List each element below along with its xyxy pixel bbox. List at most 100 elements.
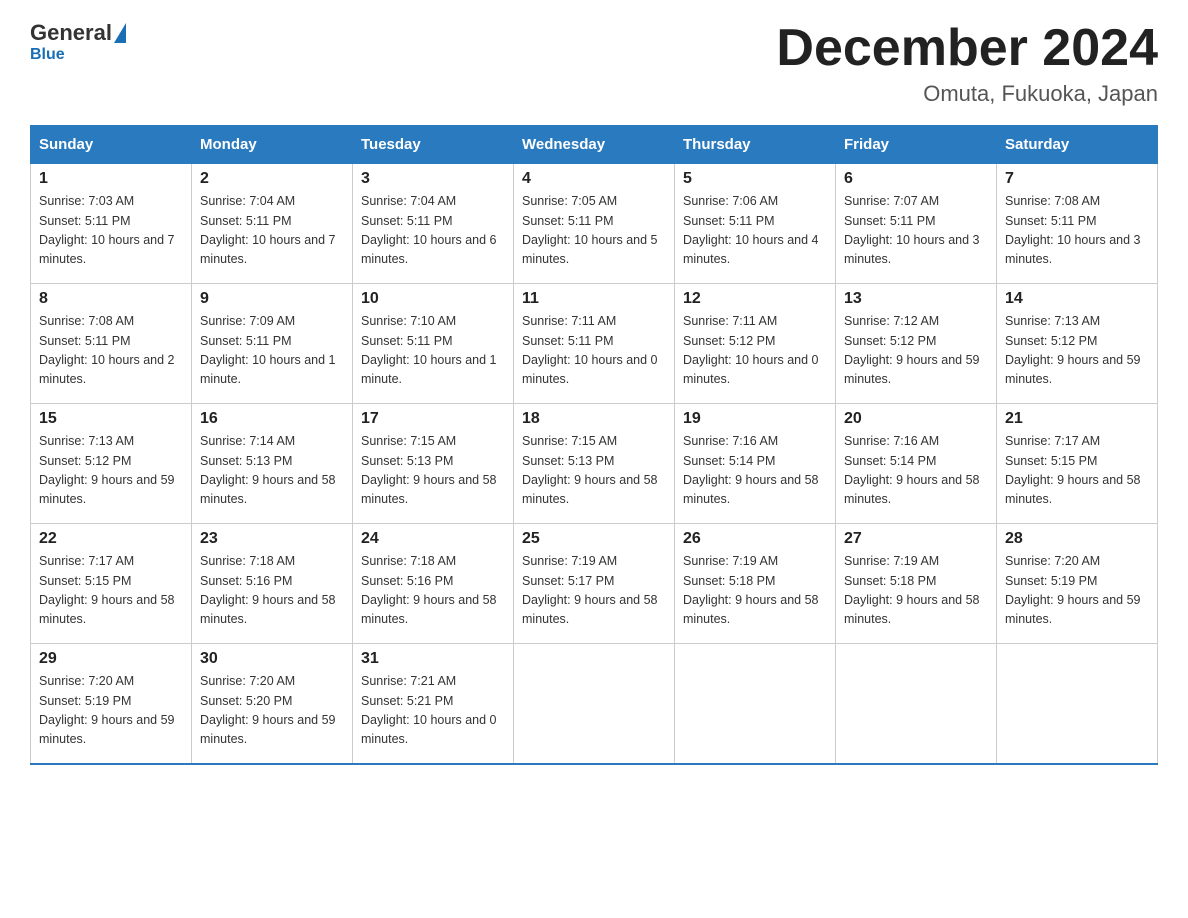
calendar-cell: 20 Sunrise: 7:16 AMSunset: 5:14 PMDaylig… bbox=[836, 404, 997, 524]
day-info: Sunrise: 7:19 AMSunset: 5:18 PMDaylight:… bbox=[844, 552, 988, 630]
day-number: 1 bbox=[39, 170, 183, 188]
day-number: 10 bbox=[361, 290, 505, 308]
week-row-4: 22 Sunrise: 7:17 AMSunset: 5:15 PMDaylig… bbox=[31, 524, 1158, 644]
logo-general-text: General bbox=[30, 20, 112, 46]
calendar-cell: 2 Sunrise: 7:04 AMSunset: 5:11 PMDayligh… bbox=[192, 164, 353, 284]
calendar-cell: 14 Sunrise: 7:13 AMSunset: 5:12 PMDaylig… bbox=[997, 284, 1158, 404]
day-info: Sunrise: 7:19 AMSunset: 5:17 PMDaylight:… bbox=[522, 552, 666, 630]
day-info: Sunrise: 7:15 AMSunset: 5:13 PMDaylight:… bbox=[522, 432, 666, 510]
calendar-cell: 30 Sunrise: 7:20 AMSunset: 5:20 PMDaylig… bbox=[192, 644, 353, 764]
day-number: 17 bbox=[361, 410, 505, 428]
calendar-cell: 31 Sunrise: 7:21 AMSunset: 5:21 PMDaylig… bbox=[353, 644, 514, 764]
day-info: Sunrise: 7:11 AMSunset: 5:12 PMDaylight:… bbox=[683, 312, 827, 390]
calendar-cell bbox=[514, 644, 675, 764]
calendar-cell: 8 Sunrise: 7:08 AMSunset: 5:11 PMDayligh… bbox=[31, 284, 192, 404]
day-info: Sunrise: 7:05 AMSunset: 5:11 PMDaylight:… bbox=[522, 192, 666, 270]
calendar-cell: 11 Sunrise: 7:11 AMSunset: 5:11 PMDaylig… bbox=[514, 284, 675, 404]
day-number: 8 bbox=[39, 290, 183, 308]
logo-blue-text: Blue bbox=[30, 46, 65, 64]
calendar-cell: 16 Sunrise: 7:14 AMSunset: 5:13 PMDaylig… bbox=[192, 404, 353, 524]
calendar-cell: 19 Sunrise: 7:16 AMSunset: 5:14 PMDaylig… bbox=[675, 404, 836, 524]
day-info: Sunrise: 7:19 AMSunset: 5:18 PMDaylight:… bbox=[683, 552, 827, 630]
calendar-cell: 21 Sunrise: 7:17 AMSunset: 5:15 PMDaylig… bbox=[997, 404, 1158, 524]
day-info: Sunrise: 7:08 AMSunset: 5:11 PMDaylight:… bbox=[39, 312, 183, 390]
header-tuesday: Tuesday bbox=[353, 126, 514, 164]
title-area: December 2024 Omuta, Fukuoka, Japan bbox=[776, 20, 1158, 107]
day-info: Sunrise: 7:20 AMSunset: 5:19 PMDaylight:… bbox=[1005, 552, 1149, 630]
day-info: Sunrise: 7:11 AMSunset: 5:11 PMDaylight:… bbox=[522, 312, 666, 390]
day-number: 30 bbox=[200, 650, 344, 668]
day-info: Sunrise: 7:13 AMSunset: 5:12 PMDaylight:… bbox=[39, 432, 183, 510]
day-info: Sunrise: 7:07 AMSunset: 5:11 PMDaylight:… bbox=[844, 192, 988, 270]
day-info: Sunrise: 7:12 AMSunset: 5:12 PMDaylight:… bbox=[844, 312, 988, 390]
calendar-cell: 29 Sunrise: 7:20 AMSunset: 5:19 PMDaylig… bbox=[31, 644, 192, 764]
day-info: Sunrise: 7:20 AMSunset: 5:20 PMDaylight:… bbox=[200, 672, 344, 750]
day-info: Sunrise: 7:20 AMSunset: 5:19 PMDaylight:… bbox=[39, 672, 183, 750]
day-info: Sunrise: 7:14 AMSunset: 5:13 PMDaylight:… bbox=[200, 432, 344, 510]
calendar-cell bbox=[836, 644, 997, 764]
header-wednesday: Wednesday bbox=[514, 126, 675, 164]
header-sunday: Sunday bbox=[31, 126, 192, 164]
day-number: 25 bbox=[522, 530, 666, 548]
day-number: 2 bbox=[200, 170, 344, 188]
day-number: 23 bbox=[200, 530, 344, 548]
calendar-cell: 26 Sunrise: 7:19 AMSunset: 5:18 PMDaylig… bbox=[675, 524, 836, 644]
calendar-cell: 17 Sunrise: 7:15 AMSunset: 5:13 PMDaylig… bbox=[353, 404, 514, 524]
day-info: Sunrise: 7:09 AMSunset: 5:11 PMDaylight:… bbox=[200, 312, 344, 390]
week-row-2: 8 Sunrise: 7:08 AMSunset: 5:11 PMDayligh… bbox=[31, 284, 1158, 404]
day-number: 21 bbox=[1005, 410, 1149, 428]
day-number: 27 bbox=[844, 530, 988, 548]
day-number: 22 bbox=[39, 530, 183, 548]
day-number: 13 bbox=[844, 290, 988, 308]
header-row: SundayMondayTuesdayWednesdayThursdayFrid… bbox=[31, 126, 1158, 164]
day-number: 18 bbox=[522, 410, 666, 428]
day-number: 12 bbox=[683, 290, 827, 308]
day-number: 5 bbox=[683, 170, 827, 188]
calendar-header: SundayMondayTuesdayWednesdayThursdayFrid… bbox=[31, 126, 1158, 164]
day-info: Sunrise: 7:15 AMSunset: 5:13 PMDaylight:… bbox=[361, 432, 505, 510]
logo: General Blue bbox=[30, 20, 128, 64]
calendar-cell: 23 Sunrise: 7:18 AMSunset: 5:16 PMDaylig… bbox=[192, 524, 353, 644]
calendar-cell: 1 Sunrise: 7:03 AMSunset: 5:11 PMDayligh… bbox=[31, 164, 192, 284]
calendar-cell: 13 Sunrise: 7:12 AMSunset: 5:12 PMDaylig… bbox=[836, 284, 997, 404]
day-info: Sunrise: 7:13 AMSunset: 5:12 PMDaylight:… bbox=[1005, 312, 1149, 390]
calendar-cell: 28 Sunrise: 7:20 AMSunset: 5:19 PMDaylig… bbox=[997, 524, 1158, 644]
month-title: December 2024 bbox=[776, 20, 1158, 77]
day-number: 14 bbox=[1005, 290, 1149, 308]
day-number: 15 bbox=[39, 410, 183, 428]
page-header: General Blue December 2024 Omuta, Fukuok… bbox=[30, 20, 1158, 107]
calendar-cell: 3 Sunrise: 7:04 AMSunset: 5:11 PMDayligh… bbox=[353, 164, 514, 284]
day-number: 16 bbox=[200, 410, 344, 428]
calendar-cell: 6 Sunrise: 7:07 AMSunset: 5:11 PMDayligh… bbox=[836, 164, 997, 284]
header-friday: Friday bbox=[836, 126, 997, 164]
day-info: Sunrise: 7:04 AMSunset: 5:11 PMDaylight:… bbox=[361, 192, 505, 270]
calendar-cell: 18 Sunrise: 7:15 AMSunset: 5:13 PMDaylig… bbox=[514, 404, 675, 524]
day-info: Sunrise: 7:04 AMSunset: 5:11 PMDaylight:… bbox=[200, 192, 344, 270]
day-info: Sunrise: 7:17 AMSunset: 5:15 PMDaylight:… bbox=[1005, 432, 1149, 510]
day-info: Sunrise: 7:18 AMSunset: 5:16 PMDaylight:… bbox=[200, 552, 344, 630]
location: Omuta, Fukuoka, Japan bbox=[776, 81, 1158, 107]
calendar-table: SundayMondayTuesdayWednesdayThursdayFrid… bbox=[30, 125, 1158, 765]
calendar-cell: 5 Sunrise: 7:06 AMSunset: 5:11 PMDayligh… bbox=[675, 164, 836, 284]
calendar-body: 1 Sunrise: 7:03 AMSunset: 5:11 PMDayligh… bbox=[31, 164, 1158, 764]
header-thursday: Thursday bbox=[675, 126, 836, 164]
calendar-cell: 4 Sunrise: 7:05 AMSunset: 5:11 PMDayligh… bbox=[514, 164, 675, 284]
calendar-cell: 22 Sunrise: 7:17 AMSunset: 5:15 PMDaylig… bbox=[31, 524, 192, 644]
calendar-cell: 12 Sunrise: 7:11 AMSunset: 5:12 PMDaylig… bbox=[675, 284, 836, 404]
calendar-cell: 25 Sunrise: 7:19 AMSunset: 5:17 PMDaylig… bbox=[514, 524, 675, 644]
day-number: 9 bbox=[200, 290, 344, 308]
day-number: 31 bbox=[361, 650, 505, 668]
calendar-cell: 10 Sunrise: 7:10 AMSunset: 5:11 PMDaylig… bbox=[353, 284, 514, 404]
day-info: Sunrise: 7:10 AMSunset: 5:11 PMDaylight:… bbox=[361, 312, 505, 390]
calendar-cell bbox=[675, 644, 836, 764]
calendar-cell: 15 Sunrise: 7:13 AMSunset: 5:12 PMDaylig… bbox=[31, 404, 192, 524]
day-info: Sunrise: 7:16 AMSunset: 5:14 PMDaylight:… bbox=[844, 432, 988, 510]
day-number: 24 bbox=[361, 530, 505, 548]
day-number: 7 bbox=[1005, 170, 1149, 188]
day-number: 3 bbox=[361, 170, 505, 188]
calendar-cell: 9 Sunrise: 7:09 AMSunset: 5:11 PMDayligh… bbox=[192, 284, 353, 404]
week-row-1: 1 Sunrise: 7:03 AMSunset: 5:11 PMDayligh… bbox=[31, 164, 1158, 284]
week-row-3: 15 Sunrise: 7:13 AMSunset: 5:12 PMDaylig… bbox=[31, 404, 1158, 524]
day-info: Sunrise: 7:16 AMSunset: 5:14 PMDaylight:… bbox=[683, 432, 827, 510]
day-number: 19 bbox=[683, 410, 827, 428]
